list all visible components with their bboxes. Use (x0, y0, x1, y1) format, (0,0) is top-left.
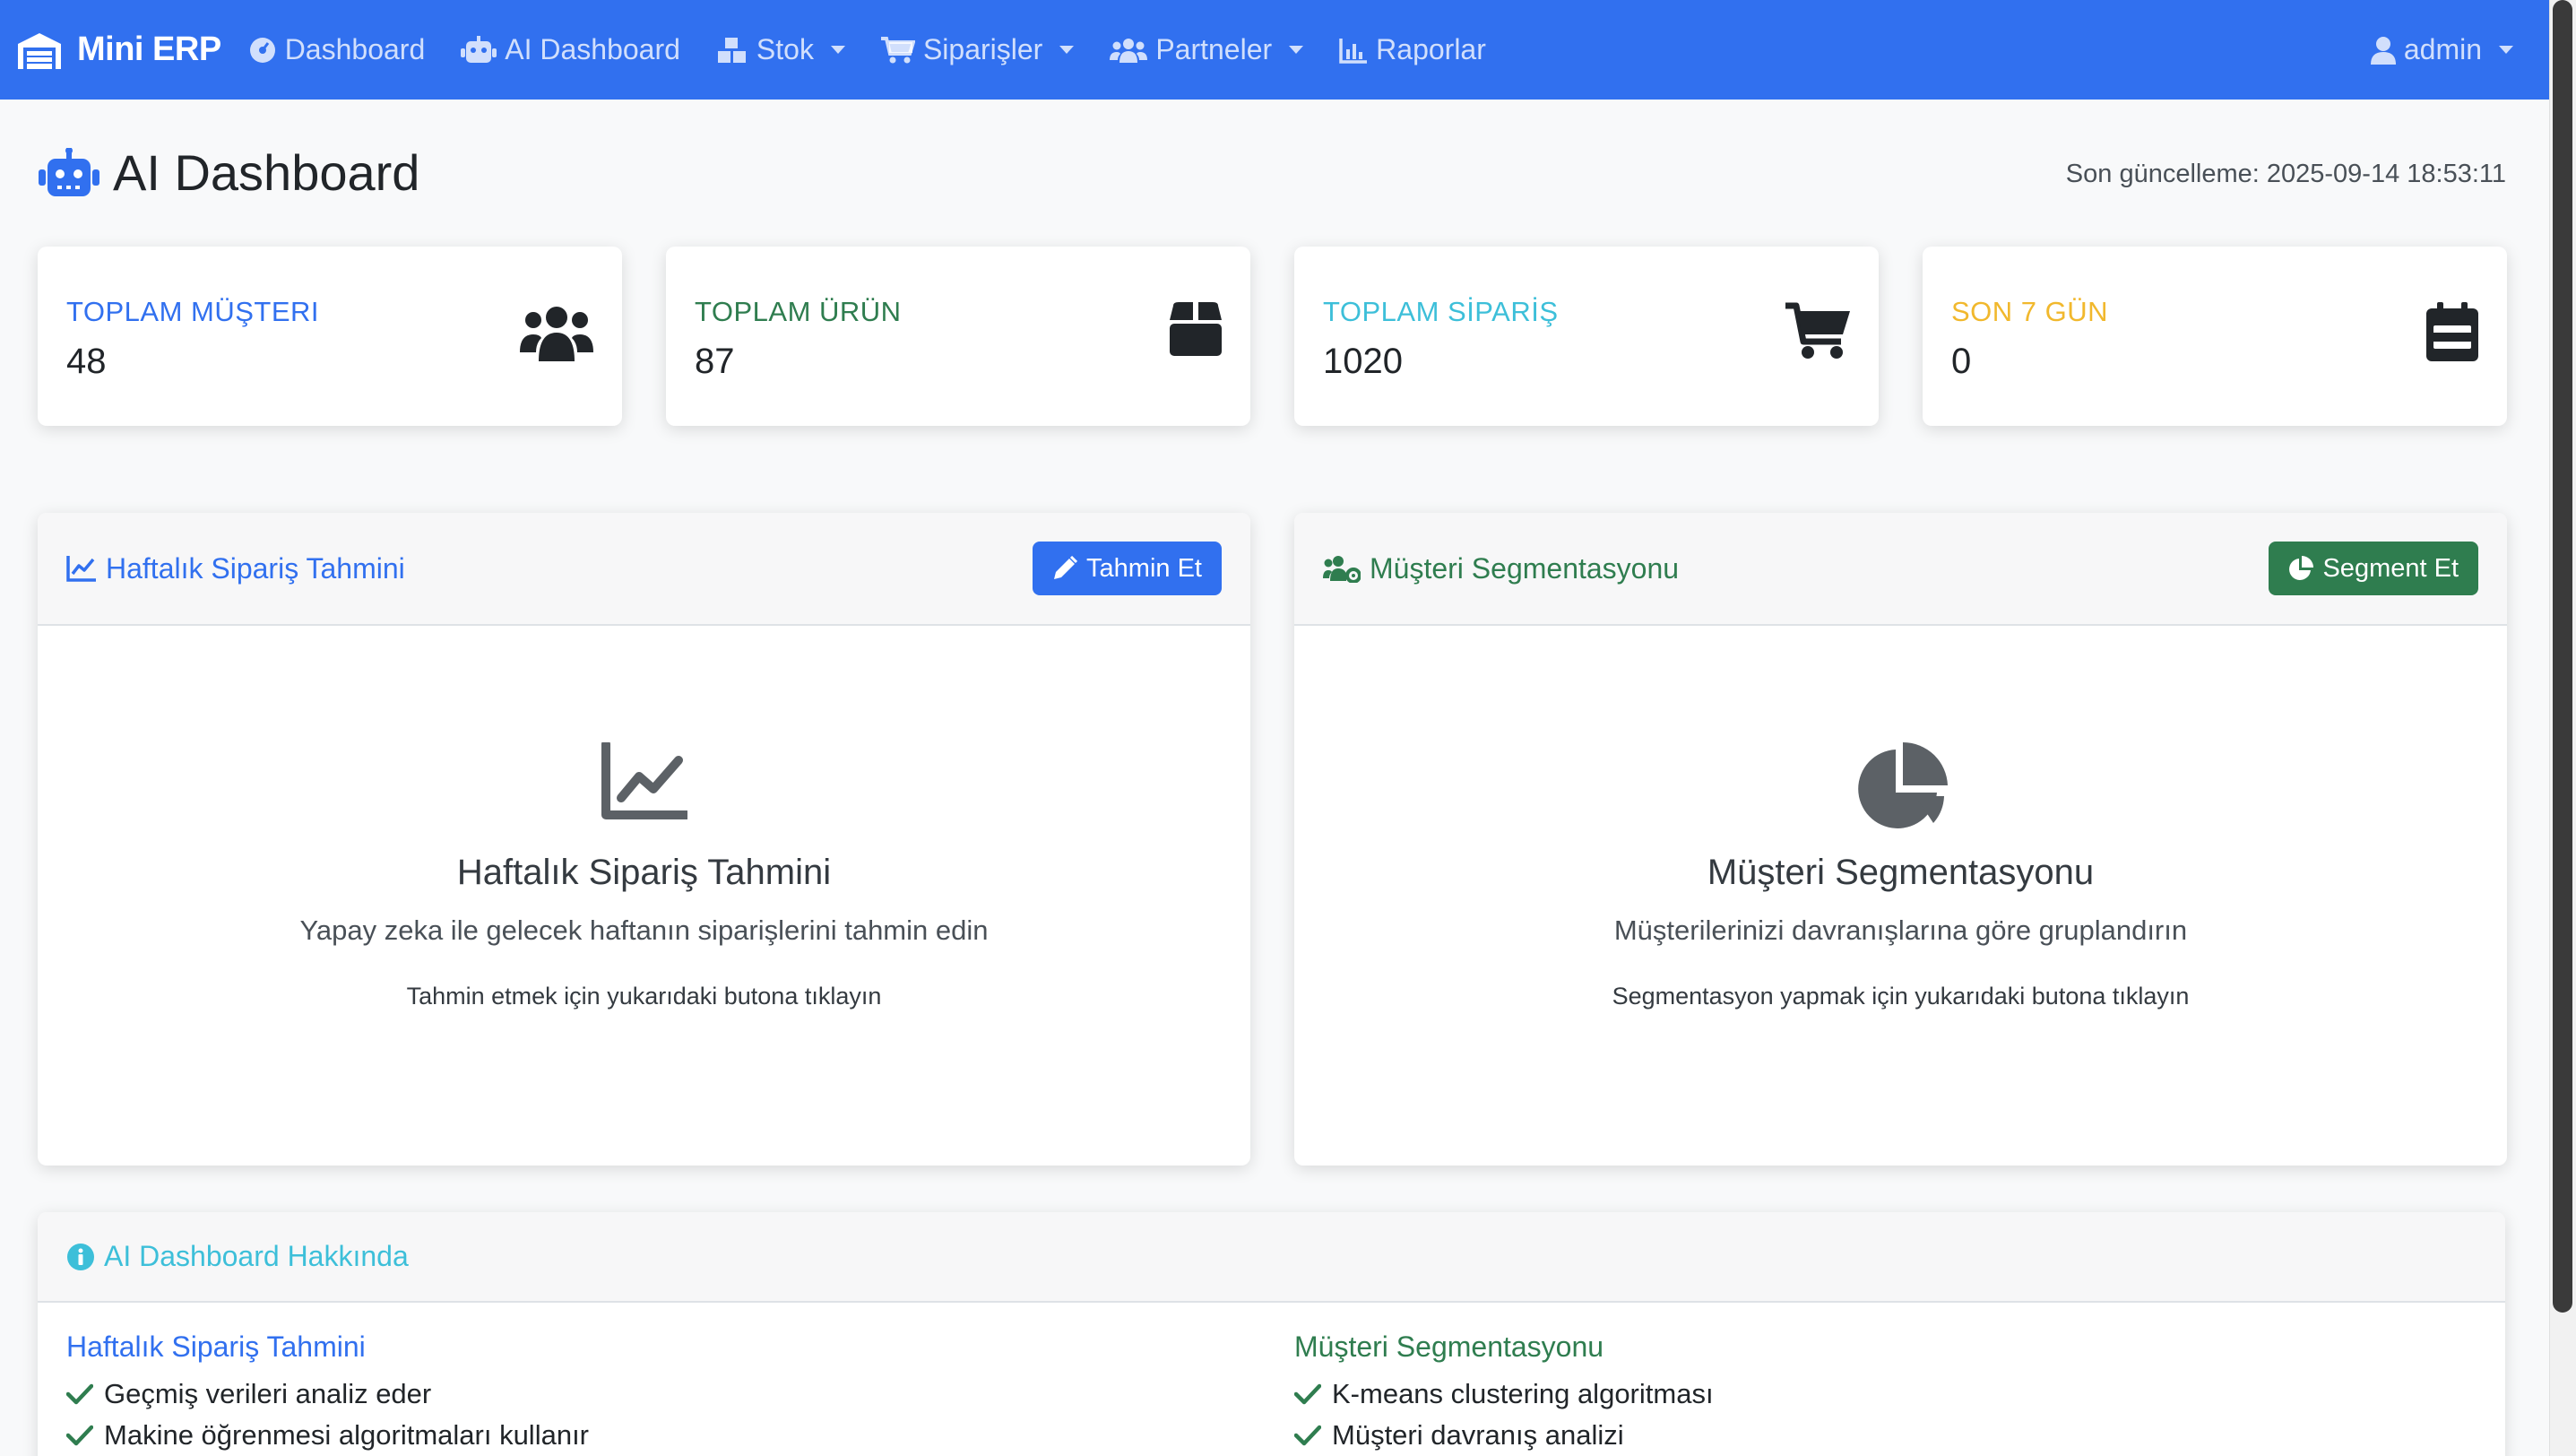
robot-icon (38, 147, 100, 198)
stat-card-orders: TOPLAM SİPARİŞ 1020 (1294, 247, 1879, 426)
stat-label: TOPLAM ÜRÜN (695, 296, 902, 327)
nav-ai-dashboard-label: AI Dashboard (505, 33, 680, 65)
segmentation-card-header: Müşteri Segmentasyonu Segment Et (1294, 513, 2507, 626)
boxes-icon (716, 36, 748, 65)
users-icon (520, 302, 593, 363)
stat-card-products: TOPLAM ÜRÜN 87 (666, 247, 1250, 426)
nav-dashboard[interactable]: Dashboard (248, 33, 426, 66)
list-item: Makine öğrenmesi algoritmaları kullanır (66, 1419, 589, 1452)
pencil-icon (1052, 556, 1078, 581)
chevron-down-icon (1289, 46, 1304, 54)
brand-name: Mini ERP (77, 30, 221, 68)
predict-button[interactable]: Tahmin Et (1033, 542, 1222, 595)
forecast-placeholder-title: Haftalık Sipariş Tahmini (456, 853, 832, 892)
page-title: AI Dashboard (113, 144, 420, 201)
list-item: Geçmiş verileri analiz eder (66, 1378, 589, 1410)
check-icon (1294, 1383, 1321, 1405)
nav-raporlar[interactable]: Raporlar (1339, 33, 1486, 66)
stat-label: TOPLAM SİPARİŞ (1323, 296, 1559, 327)
list-item-text: Geçmiş verileri analiz eder (104, 1378, 432, 1409)
forecast-card-title: Haftalık Sipariş Tahmini (66, 552, 405, 585)
stat-card-last7days: SON 7 GÜN 0 (1923, 247, 2507, 426)
cart-icon (880, 36, 915, 65)
pie-chart-icon (2288, 556, 2314, 581)
list-item-text: Makine öğrenmesi algoritmaları kullanır (104, 1419, 590, 1451)
user-menu[interactable]: admin (2370, 33, 2513, 66)
forecast-placeholder-hint: Tahmin etmek için yukarıdaki butona tıkl… (406, 983, 882, 1010)
scrollbar-thumb[interactable] (2553, 0, 2572, 1313)
chart-line-icon (601, 742, 687, 819)
forecast-card-header: Haftalık Sipariş Tahmini Tahmin Et (38, 513, 1250, 626)
check-icon (66, 1425, 93, 1446)
nav-dashboard-label: Dashboard (284, 33, 426, 65)
list-item: Müşteri davranış analizi (1294, 1419, 1714, 1452)
segmentation-placeholder-subtitle: Müşterilerinizi davranışlarına göre grup… (1613, 914, 2188, 946)
list-item: K-means clustering algoritması (1294, 1378, 1714, 1410)
segmentation-card-body: Müşteri Segmentasyonu Müşterilerinizi da… (1294, 626, 2507, 1164)
chevron-down-icon (830, 46, 845, 54)
users-icon (1110, 36, 1148, 65)
nav-siparisler-label: Siparişler (922, 33, 1043, 65)
chevron-down-icon (2499, 46, 2513, 54)
stat-value: 48 (66, 342, 107, 381)
forecast-card: Haftalık Sipariş Tahmini Tahmin Et Hafta… (38, 513, 1250, 1166)
segmentation-placeholder-title: Müşteri Segmentasyonu (1707, 853, 2095, 892)
list-item-text: K-means clustering algoritması (1332, 1378, 1714, 1409)
stat-label: TOPLAM MÜŞTERI (66, 296, 320, 327)
chart-bar-icon (1339, 37, 1368, 64)
nav-ai-dashboard[interactable]: AI Dashboard (461, 33, 680, 66)
check-icon (1294, 1425, 1321, 1446)
chevron-down-icon (1059, 46, 1075, 54)
about-title-label: AI Dashboard Hakkında (104, 1240, 409, 1272)
segmentation-placeholder-hint: Segmentasyon yapmak için yukarıdaki buto… (1612, 983, 2190, 1010)
top-navbar: Mini ERP Dashboard AI Dashboard Stok Sip… (0, 0, 2549, 100)
user-icon (2370, 36, 2396, 65)
nav-stok-label: Stok (756, 33, 814, 65)
about-card: AI Dashboard Hakkında Haftalık Sipariş T… (38, 1212, 2505, 1456)
segmentation-card-title: Müşteri Segmentasyonu (1323, 552, 1679, 585)
segment-button[interactable]: Segment Et (2269, 542, 2478, 595)
about-card-title: AI Dashboard Hakkında (66, 1240, 409, 1273)
pie-chart-icon (1854, 742, 1948, 832)
nav-partneler-label: Partneler (1155, 33, 1273, 65)
forecast-header-label: Haftalık Sipariş Tahmini (106, 551, 405, 585)
robot-icon (461, 35, 497, 65)
cart-icon (1785, 302, 1850, 361)
about-forecast-column: Haftalık Sipariş Tahmini Geçmiş verileri… (66, 1330, 589, 1456)
predict-button-label: Tahmin Et (1086, 553, 1202, 583)
list-item-text: Müşteri davranış analizi (1332, 1419, 1624, 1451)
box-icon (1170, 302, 1222, 356)
warehouse-icon (16, 31, 63, 69)
check-icon (66, 1383, 93, 1405)
brand-link[interactable]: Mini ERP (16, 30, 221, 69)
users-cog-icon (1323, 554, 1361, 583)
calendar-icon (2426, 302, 2478, 361)
about-segment-title: Müşteri Segmentasyonu (1294, 1330, 1604, 1363)
segmentation-header-label: Müşteri Segmentasyonu (1370, 551, 1680, 585)
stat-card-customers: TOPLAM MÜŞTERI 48 (38, 247, 622, 426)
about-segment-column: Müşteri Segmentasyonu K-means clustering… (1294, 1330, 1714, 1456)
user-name: admin (2403, 33, 2482, 65)
segmentation-card: Müşteri Segmentasyonu Segment Et Müşteri… (1294, 513, 2507, 1166)
page-header: AI Dashboard (38, 143, 419, 202)
segment-button-label: Segment Et (2322, 553, 2459, 583)
nav-stok[interactable]: Stok (716, 33, 845, 66)
gauge-icon (248, 36, 277, 65)
nav-raporlar-label: Raporlar (1376, 33, 1486, 65)
about-card-header: AI Dashboard Hakkında (38, 1212, 2505, 1303)
forecast-placeholder-subtitle: Yapay zeka ile gelecek haftanın siparişl… (299, 914, 989, 946)
nav-partneler[interactable]: Partneler (1110, 33, 1304, 66)
info-circle-icon (66, 1243, 95, 1271)
forecast-card-body: Haftalık Sipariş Tahmini Yapay zeka ile … (38, 626, 1250, 1164)
stat-value: 0 (1951, 342, 1972, 381)
nav-siparisler[interactable]: Siparişler (880, 33, 1075, 66)
chart-line-icon (66, 554, 97, 583)
stat-value: 1020 (1323, 342, 1403, 381)
last-updated: Son güncelleme: 2025-09-14 18:53:11 (2065, 160, 2506, 188)
stat-value: 87 (695, 342, 735, 381)
stat-label: SON 7 GÜN (1951, 296, 2109, 327)
about-forecast-title: Haftalık Sipariş Tahmini (66, 1330, 366, 1363)
